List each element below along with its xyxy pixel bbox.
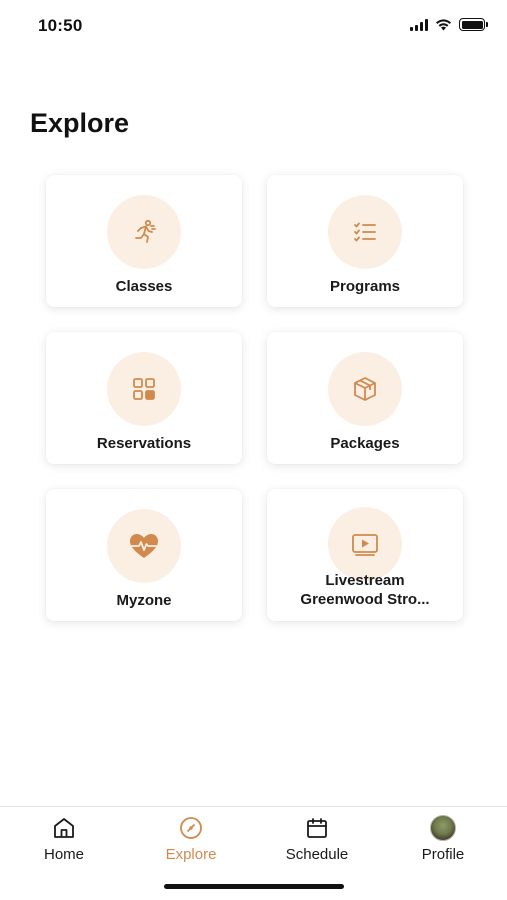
avatar — [430, 815, 456, 841]
tile-label: Programs — [329, 278, 401, 295]
tab-home[interactable]: Home — [1, 807, 127, 871]
tab-profile[interactable]: Profile — [380, 807, 506, 871]
compass-icon — [180, 817, 202, 839]
home-icon — [54, 818, 74, 838]
tab-label: Schedule — [285, 846, 349, 863]
cellular-signal-icon — [410, 18, 428, 31]
tile-label: Packages — [330, 435, 400, 452]
status-icons — [410, 18, 488, 31]
calendar-icon — [307, 818, 327, 838]
explore-grid: Classes Programs Reservations Packages M… — [46, 175, 463, 621]
status-bar: 10:50 — [0, 0, 507, 56]
tab-explore[interactable]: Explore — [128, 807, 254, 871]
tab-label: Profile — [421, 846, 465, 863]
tile-label-line1: Livestream — [325, 572, 405, 589]
package-box-icon — [354, 377, 376, 401]
tile-label: Classes — [115, 278, 173, 295]
grid-squares-icon — [133, 378, 155, 400]
tile-label: Livestream Greenwood Stro... — [273, 571, 457, 609]
heart-pulse-icon — [130, 534, 158, 558]
tile-classes[interactable]: Classes — [46, 175, 242, 307]
tile-myzone[interactable]: Myzone — [46, 489, 242, 621]
running-person-icon — [135, 219, 156, 243]
battery-icon — [459, 18, 488, 31]
tile-label: Reservations — [96, 435, 192, 452]
home-indicator[interactable] — [164, 884, 344, 889]
status-time: 10:50 — [38, 16, 83, 35]
tab-label: Home — [43, 846, 84, 863]
tile-reservations[interactable]: Reservations — [46, 332, 242, 464]
tab-label: Explore — [165, 846, 217, 863]
tile-label: Myzone — [116, 592, 172, 609]
tile-livestream[interactable]: Livestream Greenwood Stro... — [267, 489, 463, 621]
page-title: Explore — [30, 108, 130, 138]
checklist-icon — [354, 222, 376, 242]
tile-programs[interactable]: Programs — [267, 175, 463, 307]
tile-packages[interactable]: Packages — [267, 332, 463, 464]
tab-schedule[interactable]: Schedule — [254, 807, 380, 871]
video-play-icon — [352, 534, 378, 556]
wifi-icon — [436, 19, 451, 31]
tile-label-line2: Greenwood Stro... — [300, 591, 430, 608]
